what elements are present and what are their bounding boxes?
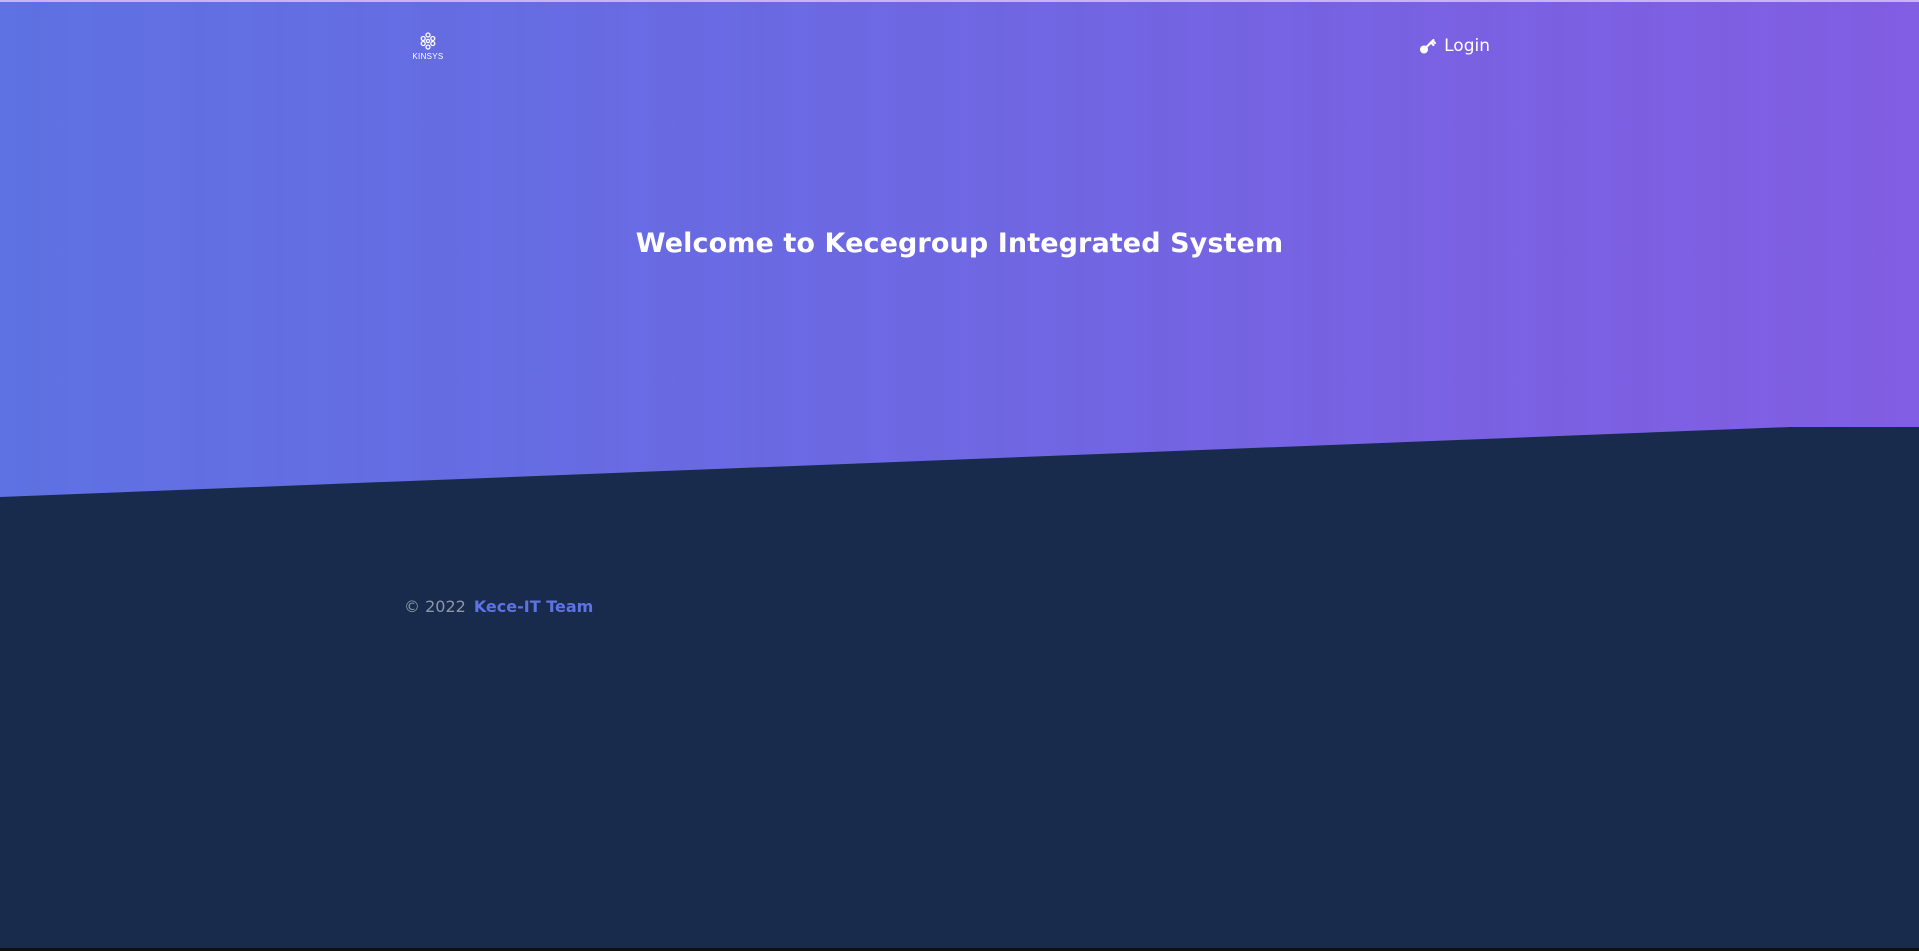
hero-separator [0,427,1919,500]
brand-logo-link[interactable]: KINSYS [410,32,446,62]
login-label: Login [1444,36,1490,56]
login-link[interactable]: Login [1419,34,1490,58]
flower-logo-icon [420,32,436,50]
key-icon [1420,38,1437,54]
brand-name: KINSYS [412,52,444,61]
page-title: Welcome to Kecegroup Integrated System [635,228,1284,259]
copyright-text: © 2022 [404,596,466,616]
page: KINSYS Login Welcome to Kecegroup Integr… [0,0,1919,951]
top-navbar: KINSYS Login [404,30,1490,64]
footer: © 2022 Kece-IT Team [404,594,593,618]
team-link[interactable]: Kece-IT Team [474,597,594,616]
